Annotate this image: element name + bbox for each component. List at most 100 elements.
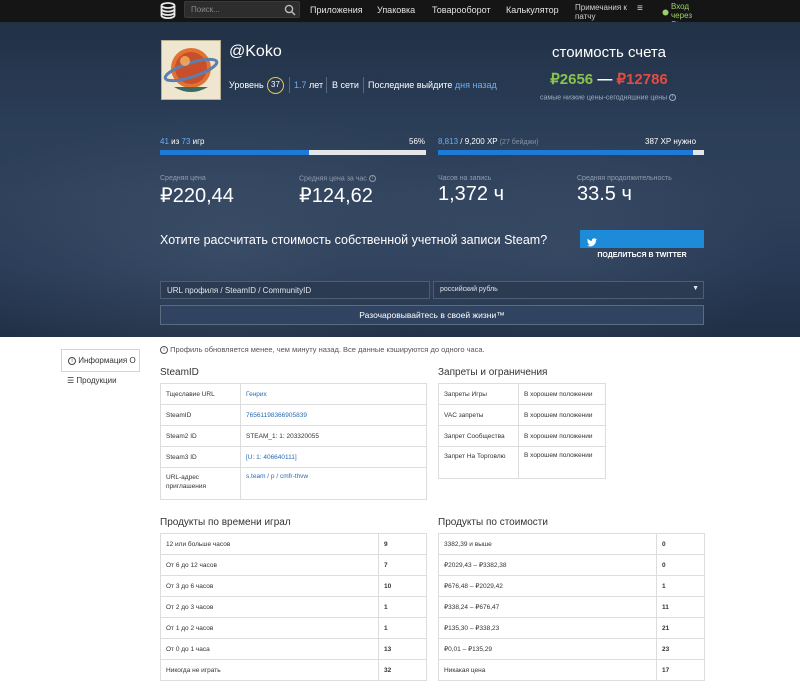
nav-patch-notes[interactable]: Примечания к патчу [575, 3, 630, 21]
avatar [161, 40, 221, 100]
nav-trade[interactable]: Товарооборот [432, 5, 491, 15]
steamid-table: Тщеславие URL Генрих SteamID 7656119836690… [160, 383, 427, 500]
row-count: 7 [378, 554, 427, 576]
tab-products-label: Продукции [76, 376, 117, 385]
ban-status: В хорошем положении [518, 446, 606, 479]
info-icon[interactable]: i [368, 175, 376, 182]
row-count: 17 [656, 659, 705, 681]
kpi-price-per-hour-text: Средняя цена за час [299, 175, 367, 183]
calculate-button[interactable]: Разочаровывайтесь в своей жизни™ [160, 305, 704, 325]
valuation-title: стоимость счета [552, 44, 666, 61]
table-row: От 2 до 3 часов 1 [160, 596, 427, 618]
row-label: ₽0,01 – ₽135,29 [438, 638, 657, 660]
xp-progress-bar [438, 150, 704, 155]
cache-notice: i Профиль обновляется менее, чем минуту … [160, 345, 485, 355]
row-label: Никакая цена [438, 659, 657, 681]
top-navbar: Поиск... Приложения Упаковка Товарооборо… [0, 0, 800, 29]
search-placeholder: Поиск... [191, 5, 220, 14]
level-label: Уровень [229, 80, 264, 90]
search-icon[interactable] [284, 3, 296, 21]
divider [326, 77, 327, 93]
xp-progress-label: 8,813 / 9,200 XP (27 бейджи) [438, 137, 539, 146]
xp-total: / 9,200 XP [460, 137, 498, 146]
kpi-avg-duration-value: 33.5 ч [577, 183, 632, 205]
row-count: 1 [378, 596, 427, 618]
kpi-avg-price-value: ₽220,44 [160, 185, 234, 207]
row-label: 3382,39 и выше [438, 533, 657, 555]
nav-apps[interactable]: Приложения [310, 5, 363, 15]
table-row: ₽2029,43 – ₽3382,38 0 [438, 554, 705, 576]
price-title: Продукты по стоимости [438, 517, 548, 528]
twitter-button[interactable] [580, 230, 704, 248]
table-row: SteamID 76561198366905839 [160, 404, 427, 426]
row-label: Запреты Игры [438, 383, 519, 405]
search-input[interactable]: Поиск... [184, 1, 300, 18]
invite-url-link[interactable]: s.team / p / cmfr-thvw [240, 467, 427, 500]
row-label: ₽338,24 – ₽676,47 [438, 596, 657, 618]
playtime-title: Продукты по времени играл [160, 517, 291, 528]
kpi-price-per-hour-label: Средняя цена за час i [299, 175, 376, 182]
row-count: 9 [378, 533, 427, 555]
divider [363, 77, 364, 93]
info-icon[interactable]: i [669, 94, 677, 101]
table-row: Запрет Сообщества В хорошем положении [438, 425, 606, 447]
row-label: VAC запреты [438, 404, 519, 426]
steamid-link[interactable]: 76561198366905839 [240, 404, 427, 426]
tab-information[interactable]: i Информация О [61, 349, 140, 372]
kpi-avg-price-label: Средняя цена [160, 175, 206, 182]
row-label: От 3 до 6 часов [160, 575, 379, 597]
row-count: 1 [656, 575, 705, 597]
playtime-table: 12 или больше часов 9 От 6 до 12 часов 7 О… [160, 533, 427, 681]
account-years: 1.7 [294, 80, 307, 90]
bans-title: Запреты и ограничения [438, 367, 548, 378]
row-label: От 2 до 3 часов [160, 596, 379, 618]
info-icon: i [160, 346, 168, 355]
valuation-range: ₽2656 — ₽12786 [548, 70, 670, 88]
row-count: 0 [656, 554, 705, 576]
row-count: 23 [656, 638, 705, 660]
row-count: 32 [378, 659, 427, 681]
info-icon: i [68, 356, 76, 365]
currency-select[interactable]: российский рубль ▼ [433, 281, 704, 299]
games-progress-fill [160, 150, 309, 155]
row-label: SteamID [160, 404, 241, 426]
nav-packages[interactable]: Упаковка [377, 5, 415, 15]
row-label: ₽676,48 – ₽2029,42 [438, 575, 657, 597]
vanity-url-link[interactable]: Генрих [240, 383, 427, 405]
valuation-low: ₽2656 [550, 71, 594, 88]
row-label: Тщеславие URL [160, 383, 241, 405]
divider [289, 77, 290, 93]
hamburger-menu-icon[interactable]: ≡ [637, 3, 643, 14]
nav-calculator[interactable]: Калькулятор [506, 5, 559, 15]
row-label: От 0 до 1 часа [160, 638, 379, 660]
tab-products[interactable]: ☰ Продукции [67, 376, 117, 385]
online-status: В сети [332, 80, 359, 90]
profile-username: @Koko [229, 43, 282, 60]
bans-table: Запреты Игры В хорошем положении VAC запр… [438, 383, 606, 479]
ban-status: В хорошем положении [518, 383, 606, 405]
row-label: 12 или больше часов [160, 533, 379, 555]
valuation-high: ₽12786 [616, 71, 668, 88]
table-row: VAC запреты В хорошем положении [438, 404, 606, 426]
table-row: От 6 до 12 часов 7 [160, 554, 427, 576]
games-percent: 56% [409, 137, 426, 146]
ban-status: В хорошем положении [518, 404, 606, 426]
kpi-avg-duration-label: Средняя продолжительность [577, 175, 672, 182]
xp-badges: (27 бейджи) [499, 139, 539, 146]
row-label: Никогда не играть [160, 659, 379, 681]
cache-notice-text: Профиль обновляется менее, чем минуту на… [170, 345, 485, 354]
last-seen-label: Последние выйдите [368, 80, 453, 90]
xp-current: 8,813 [438, 137, 459, 146]
profile-url-input[interactable]: URL профиля / SteamID / CommunityID [160, 281, 430, 299]
games-of: из [171, 137, 180, 146]
row-count: 11 [656, 596, 705, 618]
row-count: 10 [378, 575, 427, 597]
row-label: Steam2 ID [160, 425, 241, 447]
valuation-note-text: самые низкие цены-сегодняшние цены [540, 94, 668, 102]
kpi-hours-value: 1,372 ч [438, 183, 505, 205]
list-icon: ☰ [67, 376, 75, 385]
row-label: Steam3 ID [160, 446, 241, 468]
table-row: Никогда не играть 32 [160, 659, 427, 681]
twitter-share-label[interactable]: ПОДЕЛИТЬСЯ В TWITTER [580, 252, 704, 259]
steam3-id-link[interactable]: [U: 1: 406640111] [240, 446, 427, 468]
